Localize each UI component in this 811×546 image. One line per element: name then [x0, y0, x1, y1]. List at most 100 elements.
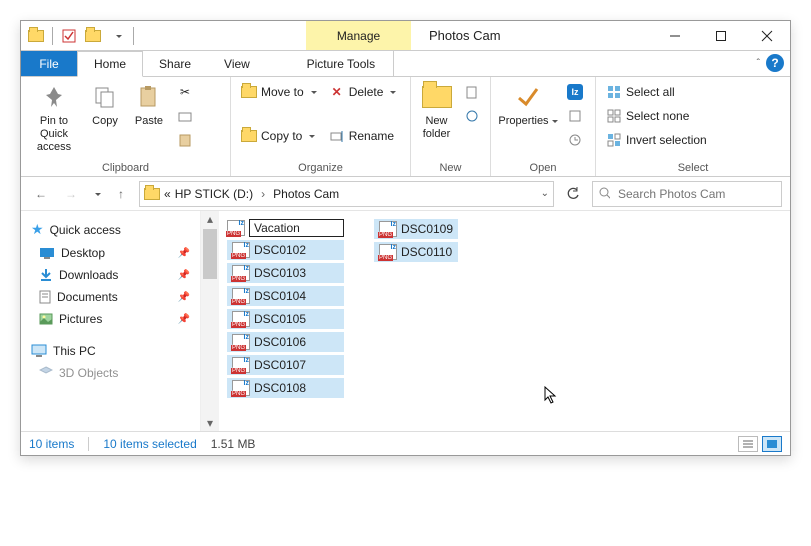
- copy-to-button[interactable]: Copy to: [237, 125, 321, 147]
- nav-scrollbar[interactable]: ▴ ▾: [201, 211, 219, 431]
- easy-access-button[interactable]: [460, 105, 484, 127]
- tab-picture-tools[interactable]: Picture Tools: [289, 51, 394, 76]
- file-item[interactable]: IzPNGDSC0110: [374, 242, 458, 262]
- nav-desktop[interactable]: Desktop📌: [21, 242, 200, 264]
- address-dropdown[interactable]: ⌄: [541, 188, 549, 199]
- file-item[interactable]: IzPNGDSC0103: [227, 263, 344, 283]
- tab-home[interactable]: Home: [77, 51, 143, 77]
- content-area: ★Quick access Desktop📌 Downloads📌 Docume…: [21, 211, 790, 431]
- move-to-button[interactable]: Move to: [237, 81, 321, 103]
- properties-button[interactable]: Properties: [497, 81, 559, 128]
- close-button[interactable]: [744, 21, 790, 50]
- new-item-icon: [464, 84, 480, 100]
- cut-button[interactable]: ✂: [173, 81, 197, 103]
- ribbon-collapse-icon[interactable]: ˆ: [757, 58, 760, 69]
- copy-label: Copy: [92, 115, 118, 128]
- file-item[interactable]: IzPNGDSC0108: [227, 378, 344, 398]
- nav-quick-access[interactable]: ★Quick access: [21, 217, 200, 242]
- forward-button[interactable]: →: [59, 182, 83, 206]
- png-thumb-icon: IzPNG: [232, 288, 250, 304]
- qat-newfolder-icon[interactable]: [82, 25, 104, 47]
- select-all-button[interactable]: Select all: [602, 81, 711, 103]
- window-controls: [652, 21, 790, 50]
- tab-view[interactable]: View: [208, 51, 267, 76]
- minimize-button[interactable]: [652, 21, 698, 50]
- details-view-button[interactable]: [738, 436, 758, 452]
- nav-this-pc[interactable]: This PC: [21, 340, 200, 362]
- file-list[interactable]: IzPNG Vacation IzPNG DSC0102 IzPNGDSC0103 I…: [219, 211, 790, 431]
- breadcrumb-root[interactable]: «: [164, 187, 171, 201]
- desktop-icon: [39, 247, 55, 259]
- nav-pictures[interactable]: Pictures📌: [21, 308, 200, 330]
- group-label-open: Open: [497, 160, 589, 174]
- copy-path-button[interactable]: [173, 105, 197, 127]
- pin-to-quick-access-button[interactable]: Pin to Quick access: [27, 81, 81, 155]
- ribbon-group-organize: Move to Copy to ✕Delete Rename Organize: [231, 77, 411, 176]
- invert-selection-button[interactable]: Invert selection: [602, 129, 711, 151]
- breadcrumb-folder[interactable]: Photos Cam: [273, 187, 339, 201]
- file-name: DSC0102: [254, 243, 306, 257]
- nav-3d-objects[interactable]: 3D Objects: [21, 362, 200, 384]
- contextual-tab-manage[interactable]: Manage: [306, 21, 411, 50]
- qat-folder-icon[interactable]: [25, 25, 47, 47]
- breadcrumb-sep: [257, 187, 269, 201]
- edit-button[interactable]: [563, 105, 587, 127]
- recent-dropdown[interactable]: [89, 182, 103, 206]
- paste-shortcut-button[interactable]: [173, 129, 197, 151]
- ribbon-group-open: Properties Iz Open: [491, 77, 596, 176]
- file-item[interactable]: IzPNGDSC0105: [227, 309, 344, 329]
- file-item-renaming[interactable]: IzPNG Vacation: [227, 219, 344, 237]
- help-icon[interactable]: ?: [766, 54, 784, 72]
- new-folder-button[interactable]: New folder: [417, 81, 456, 141]
- pin-icon: 📌: [178, 270, 190, 281]
- select-none-button[interactable]: Select none: [602, 105, 711, 127]
- file-name: DSC0107: [254, 358, 306, 372]
- star-icon: ★: [31, 221, 44, 238]
- rename-button[interactable]: Rename: [325, 125, 401, 147]
- maximize-button[interactable]: [698, 21, 744, 50]
- file-item[interactable]: IzPNGDSC0106: [227, 332, 344, 352]
- delete-button[interactable]: ✕Delete: [325, 81, 401, 103]
- status-selected-count: 10 items selected: [103, 437, 196, 451]
- png-thumb-icon: IzPNG: [232, 242, 250, 258]
- quick-access-toolbar: [21, 21, 141, 50]
- move-icon: [241, 84, 257, 100]
- qat-properties-icon[interactable]: [58, 25, 80, 47]
- scroll-thumb[interactable]: [203, 229, 217, 279]
- select-none-icon: [606, 108, 622, 124]
- breadcrumb-drive[interactable]: HP STICK (D:): [175, 187, 253, 201]
- thumbnails-view-button[interactable]: [762, 436, 782, 452]
- new-folder-label: New folder: [417, 115, 456, 141]
- ribbon-group-new: New folder New: [411, 77, 491, 176]
- qat-dropdown[interactable]: [106, 25, 128, 47]
- refresh-button[interactable]: [560, 181, 586, 207]
- nav-documents[interactable]: Documents📌: [21, 286, 200, 308]
- tab-file[interactable]: File: [21, 51, 77, 76]
- file-item[interactable]: IzPNG DSC0102: [227, 240, 344, 260]
- select-all-icon: [606, 84, 622, 100]
- file-item[interactable]: IzPNGDSC0104: [227, 286, 344, 306]
- file-item[interactable]: IzPNGDSC0109: [374, 219, 458, 239]
- pin-icon: 📌: [178, 314, 190, 325]
- open-button[interactable]: Iz: [563, 81, 587, 103]
- search-input[interactable]: [616, 186, 775, 202]
- search-box[interactable]: [592, 181, 782, 207]
- back-button[interactable]: ←: [29, 182, 53, 206]
- pin-icon: 📌: [178, 292, 190, 303]
- up-button[interactable]: ↑: [109, 182, 133, 206]
- file-item[interactable]: IzPNGDSC0107: [227, 355, 344, 375]
- scroll-up-icon[interactable]: ▴: [207, 211, 213, 227]
- nav-downloads[interactable]: Downloads📌: [21, 264, 200, 286]
- paste-button[interactable]: Paste: [129, 81, 169, 128]
- ribbon-tabs: File Home Share View Picture Tools ˆ ?: [21, 51, 790, 77]
- tab-share[interactable]: Share: [143, 51, 208, 76]
- address-bar[interactable]: « HP STICK (D:) Photos Cam ⌄: [139, 181, 554, 207]
- history-button[interactable]: [563, 129, 587, 151]
- pictures-icon: [39, 313, 53, 325]
- file-name: DSC0110: [401, 245, 452, 259]
- rename-input[interactable]: Vacation: [249, 219, 344, 237]
- copy-button[interactable]: Copy: [85, 81, 125, 128]
- status-bar: 10 items 10 items selected 1.51 MB: [21, 431, 790, 455]
- scroll-down-icon[interactable]: ▾: [207, 415, 213, 431]
- new-item-button[interactable]: [460, 81, 484, 103]
